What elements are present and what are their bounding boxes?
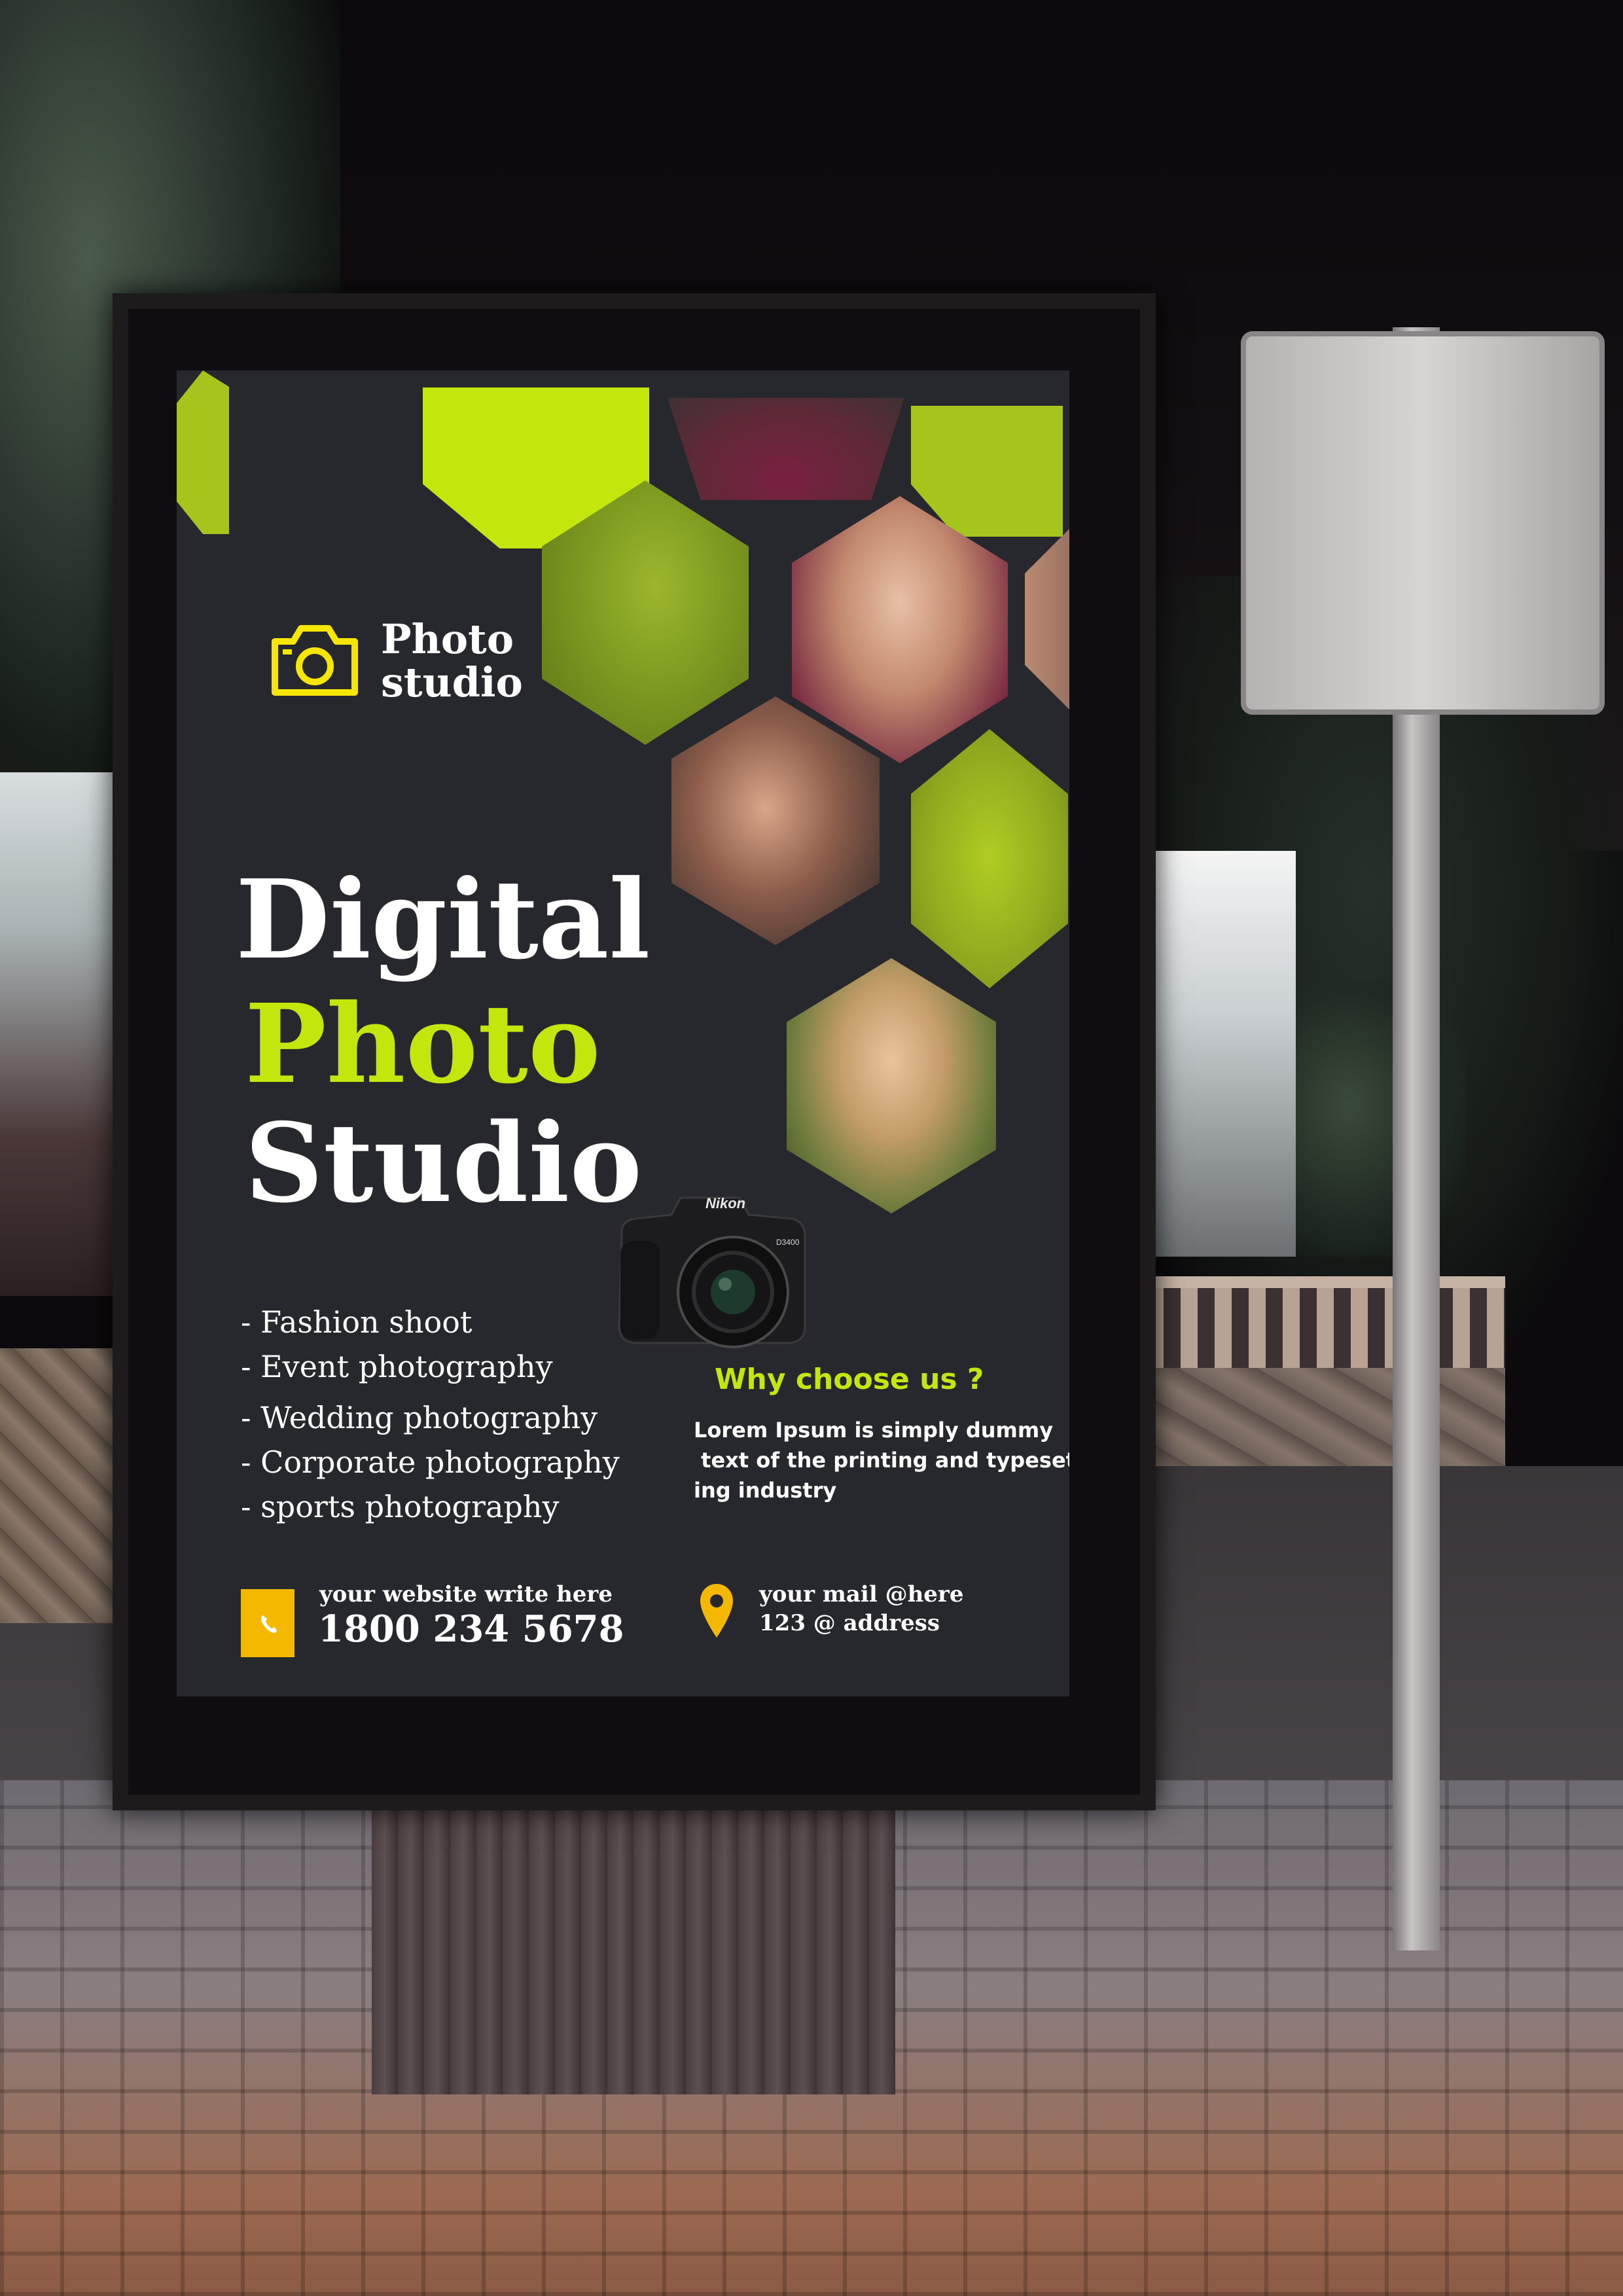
- headline-photo: Photo: [245, 980, 601, 1108]
- photo-woman-hat-top: [668, 398, 904, 500]
- service-item: - Fashion shoot: [241, 1304, 473, 1340]
- map-pin-icon: [700, 1584, 733, 1638]
- camera-icon: [272, 625, 358, 696]
- photo-woman-outdoor: [787, 958, 996, 1213]
- why-choose-text: Lorem Ipsum is simply dummy text of the …: [694, 1418, 1069, 1503]
- lime-hex-top-right: [911, 406, 1063, 537]
- shopfront-left: [0, 772, 131, 1296]
- phone-number: 1800 234 5678: [318, 1607, 624, 1651]
- stone-wall-right: [1113, 1368, 1505, 1466]
- phone-icon: [261, 1615, 277, 1633]
- camera-model: D3400: [776, 1238, 800, 1247]
- street-scene: Photo studio Digital Photo Studio - Fash…: [0, 0, 1623, 2296]
- street-sign-back: [1241, 331, 1605, 715]
- photo-tinted-right: [911, 729, 1068, 988]
- dslr-camera-image: Nikon D3400: [618, 1195, 806, 1348]
- balustrade: [1113, 1276, 1505, 1380]
- poster: Photo studio Digital Photo Studio - Fash…: [177, 370, 1069, 1696]
- camera-brand: Nikon: [705, 1195, 745, 1211]
- headline-studio: Studio: [245, 1100, 643, 1227]
- website-text: your website write here: [319, 1581, 613, 1607]
- logo-line-1: Photo: [381, 615, 514, 663]
- address-text: 123 @ address: [759, 1610, 940, 1636]
- why-choose-title: Why choose us ?: [715, 1363, 984, 1396]
- mail-text: your mail @here: [759, 1581, 964, 1607]
- phone-badge: [241, 1589, 294, 1657]
- logo-line-2: studio: [381, 658, 523, 706]
- service-item: - Corporate photography: [241, 1444, 620, 1480]
- photo-edge: [1025, 528, 1069, 711]
- service-item: - sports photography: [241, 1489, 560, 1524]
- headline-digital: Digital: [236, 856, 651, 984]
- logo-text: Photo studio: [381, 618, 523, 704]
- services-list: - Fashion shoot - Event photography - We…: [241, 1300, 620, 1529]
- stone-wall-left: [0, 1348, 131, 1623]
- photo-couple: [671, 696, 880, 945]
- service-item: - Wedding photography: [241, 1400, 598, 1435]
- lime-hex-edge: [177, 370, 229, 534]
- contact-mail: your mail @here 123 @ address: [759, 1580, 963, 1638]
- service-item: - Event photography: [241, 1349, 553, 1384]
